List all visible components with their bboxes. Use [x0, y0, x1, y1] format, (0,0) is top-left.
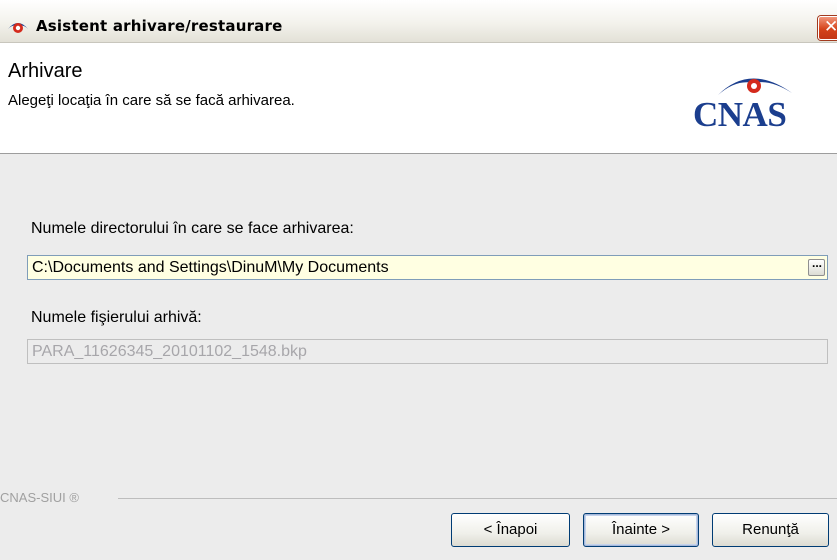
cnas-logo: CNAS	[688, 65, 820, 135]
app-icon	[8, 23, 28, 33]
next-button[interactable]: Înainte >	[583, 513, 699, 547]
ellipsis-icon: ...	[812, 256, 823, 270]
back-button[interactable]: < Înapoi	[451, 513, 570, 547]
directory-input[interactable]: C:\Documents and Settings\DinuM\My Docum…	[27, 255, 828, 280]
logo-text: CNAS	[693, 95, 787, 134]
window-title: Asistent arhivare/restaurare	[36, 17, 283, 35]
close-button[interactable]: ✕	[818, 16, 837, 40]
page-subtitle: Alegeţi locaţia în care să se facă arhiv…	[8, 92, 295, 109]
title-bar: Asistent arhivare/restaurare ✕	[0, 0, 837, 43]
close-icon: ✕	[824, 17, 837, 37]
page-title: Arhivare	[8, 60, 83, 82]
file-label: Numele fişierului arhivă:	[31, 309, 202, 326]
cancel-button[interactable]: Renunţă	[712, 513, 829, 547]
browse-button[interactable]: ...	[808, 256, 825, 276]
footer-brand: CNAS-SIUI ®	[0, 490, 79, 505]
dir-label: Numele directorului în care se face arhi…	[31, 220, 354, 237]
footer-divider	[118, 498, 837, 499]
archive-file-value: PARA_11626345_20101102_1548.bkp	[32, 343, 307, 360]
directory-value: C:\Documents and Settings\DinuM\My Docum…	[32, 259, 389, 276]
wizard-header: Arhivare Alegeţi locaţia în care să se f…	[0, 43, 837, 153]
archive-file-input: PARA_11626345_20101102_1548.bkp	[27, 339, 828, 364]
